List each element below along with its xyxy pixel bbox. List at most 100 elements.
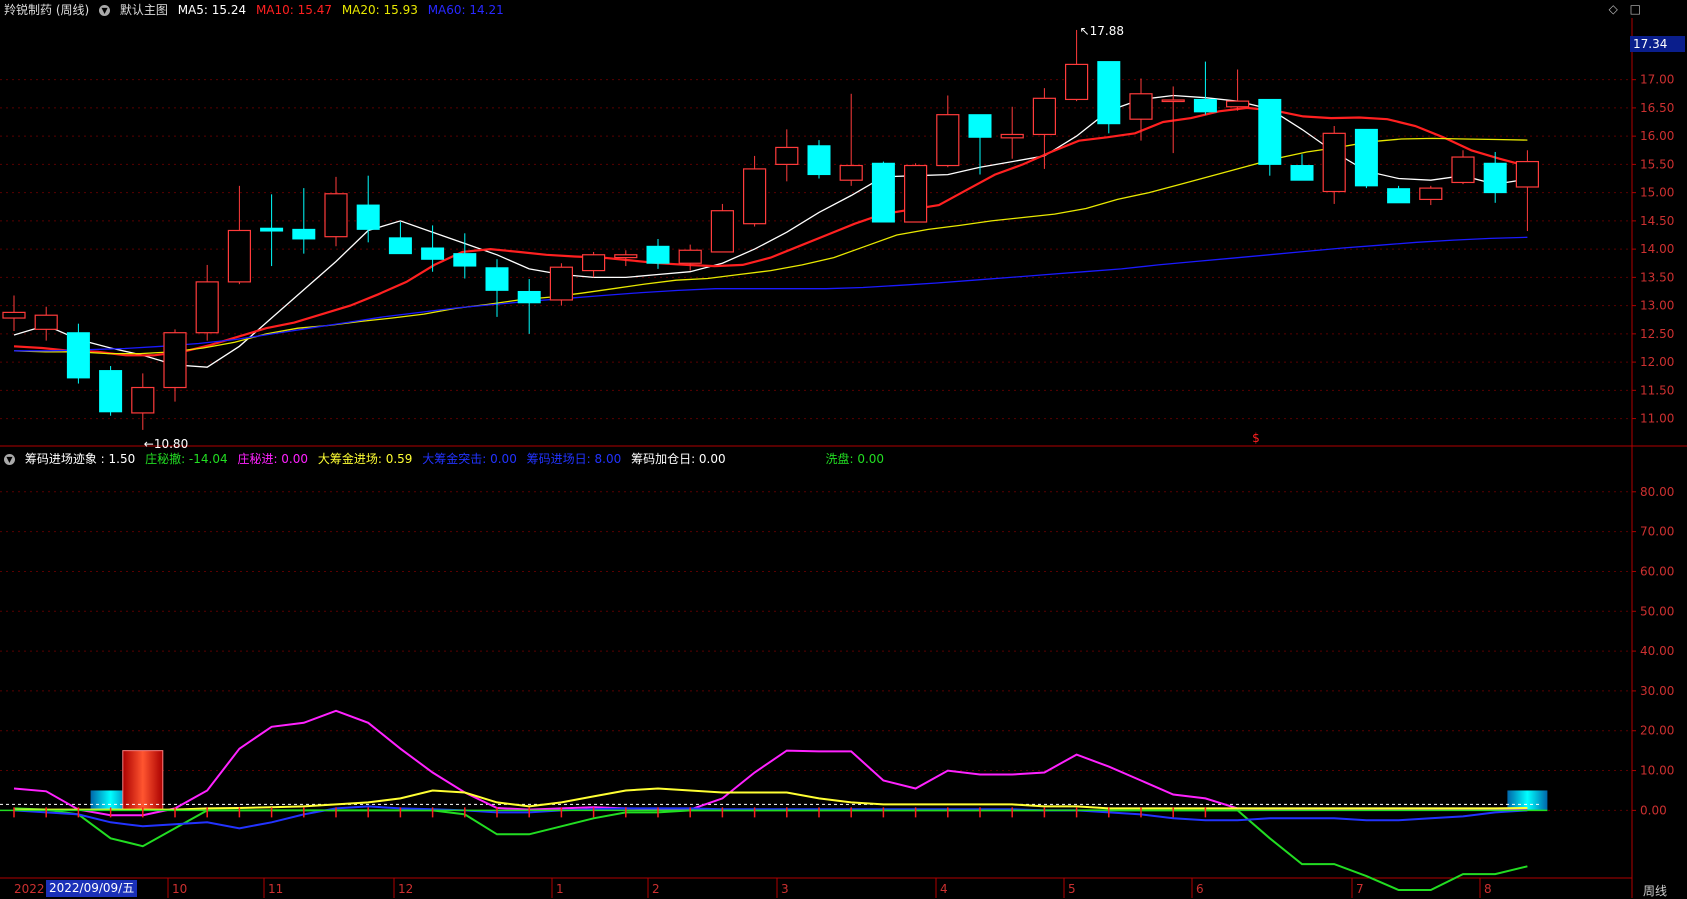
candle-body xyxy=(1032,97,1057,136)
price-tick-label: 15.50 xyxy=(1640,157,1674,171)
candle xyxy=(131,373,155,430)
chevron-down-icon[interactable]: ▼ xyxy=(4,454,15,465)
candle xyxy=(453,233,477,279)
price-tick-label: 13.50 xyxy=(1640,270,1674,284)
indicator-tick-label: 30.00 xyxy=(1640,684,1674,698)
candle xyxy=(66,323,90,384)
candle-body xyxy=(2,311,26,319)
indicator-tick-label: 80.00 xyxy=(1640,485,1674,499)
candle-body xyxy=(614,254,638,259)
diamond-icon[interactable]: ◇ xyxy=(1609,2,1618,16)
main-chart-header: 羚锐制药 (周线) ▼ 默认主图 MA5: 15.24 MA10: 15.47 … xyxy=(4,1,510,18)
candle-body xyxy=(34,314,58,330)
da-chou-tu-value: 大筹金突击: 0.00 xyxy=(422,452,517,466)
candle xyxy=(1387,185,1411,204)
candle xyxy=(871,161,895,223)
candle-body xyxy=(485,267,509,291)
candle-body xyxy=(1258,98,1282,165)
price-tick-label: 16.00 xyxy=(1640,129,1674,143)
candle-body xyxy=(517,290,541,304)
chevron-down-icon[interactable]: ▼ xyxy=(99,5,111,16)
candle xyxy=(678,244,702,271)
candle-body xyxy=(260,227,284,232)
period-label[interactable]: 周线 xyxy=(1643,882,1667,899)
zhuang-jin-value: 庄秘进: 0.00 xyxy=(237,452,309,466)
candle-body xyxy=(453,253,477,267)
candle xyxy=(388,222,412,255)
time-prefix-label: 2022 xyxy=(14,882,45,896)
candle-body xyxy=(421,247,445,260)
indicator-tick-label: 60.00 xyxy=(1640,564,1674,578)
candle xyxy=(1354,128,1378,189)
time-tick-label: 1 xyxy=(556,882,564,896)
candle xyxy=(163,329,187,402)
candle-body xyxy=(1129,93,1153,120)
price-tick-label: 14.00 xyxy=(1640,242,1674,256)
candle xyxy=(227,185,251,285)
candle xyxy=(549,263,574,306)
candle-body xyxy=(549,266,574,301)
candle-body xyxy=(581,254,606,272)
candle xyxy=(260,194,284,267)
low-price-label: ←10.80 xyxy=(144,437,188,451)
indicator-tick-label: 10.00 xyxy=(1640,764,1674,778)
chart-canvas: 17.00 16.50 16.00 15.50 15.00 14.50 14.00 13.50… xyxy=(0,18,1687,898)
candle-body xyxy=(1064,63,1089,101)
candle xyxy=(614,250,638,267)
da-chou-jin-value: 大筹金进场: 0.59 xyxy=(317,452,413,466)
candle xyxy=(1290,154,1314,181)
high-price-label: ↖17.88 xyxy=(1080,24,1124,38)
candle xyxy=(936,95,960,168)
candle-body xyxy=(1387,188,1411,204)
candle xyxy=(1000,106,1024,159)
indicator-tick-label: 20.00 xyxy=(1640,724,1674,738)
ma20-value: MA20: 15.93 xyxy=(341,3,418,17)
candle xyxy=(1225,69,1250,111)
main-chart-label[interactable]: 默认主图 xyxy=(120,3,168,17)
dollar-marker: $ xyxy=(1252,431,1260,445)
candle xyxy=(1451,150,1475,185)
indicator-tick-label: 40.00 xyxy=(1640,644,1674,658)
corner-controls: ◇ □ xyxy=(1601,2,1641,16)
ma5-value: MA5: 15.24 xyxy=(177,3,247,17)
candle xyxy=(517,279,541,334)
time-tick-label: 10 xyxy=(172,882,187,896)
price-tick-label: 12.00 xyxy=(1640,355,1674,369)
cursor-date-box: 2022/09/09/五 xyxy=(46,880,138,897)
candle-body xyxy=(807,145,831,176)
candle xyxy=(710,203,735,253)
price-tick-label: 14.50 xyxy=(1640,214,1674,228)
candle-body xyxy=(1515,160,1540,188)
price-tick-label: 11.00 xyxy=(1640,412,1674,426)
indicator-tick-label: 50.00 xyxy=(1640,604,1674,618)
price-tick-label: 17.00 xyxy=(1640,73,1674,87)
candle-body xyxy=(195,281,219,334)
time-tick-label: 12 xyxy=(398,882,413,896)
candle-body xyxy=(99,370,123,413)
candle xyxy=(1258,98,1282,176)
candle xyxy=(292,188,316,254)
time-tick-label: 8 xyxy=(1484,882,1492,896)
stock-name: 羚锐制药 (周线) xyxy=(4,3,90,17)
restore-icon[interactable]: □ xyxy=(1630,2,1641,16)
candle xyxy=(195,264,219,341)
candle-body xyxy=(66,332,90,379)
candle xyxy=(99,366,123,416)
time-tick-label: 7 xyxy=(1356,882,1364,896)
candle-body xyxy=(936,114,960,167)
candle-body xyxy=(1354,128,1378,187)
candle-body xyxy=(292,228,316,240)
candle-body xyxy=(968,114,992,138)
xi-pan-value: 洗盘: 0.00 xyxy=(825,452,885,466)
time-tick-label: 4 xyxy=(940,882,948,896)
candle-body xyxy=(1225,100,1250,108)
indicator-header: ▼ 筹码进场迹象 : 1.50 庄秘撤: -14.04 庄秘进: 0.00 大筹… xyxy=(4,450,890,467)
candle-body xyxy=(356,204,380,230)
indicator-bar xyxy=(122,750,164,811)
candle xyxy=(807,140,831,179)
candle xyxy=(903,163,928,223)
candle-body xyxy=(1483,162,1507,194)
candle xyxy=(742,155,767,227)
time-tick-label: 11 xyxy=(268,882,283,896)
indicator-tick-label: 70.00 xyxy=(1640,525,1674,539)
